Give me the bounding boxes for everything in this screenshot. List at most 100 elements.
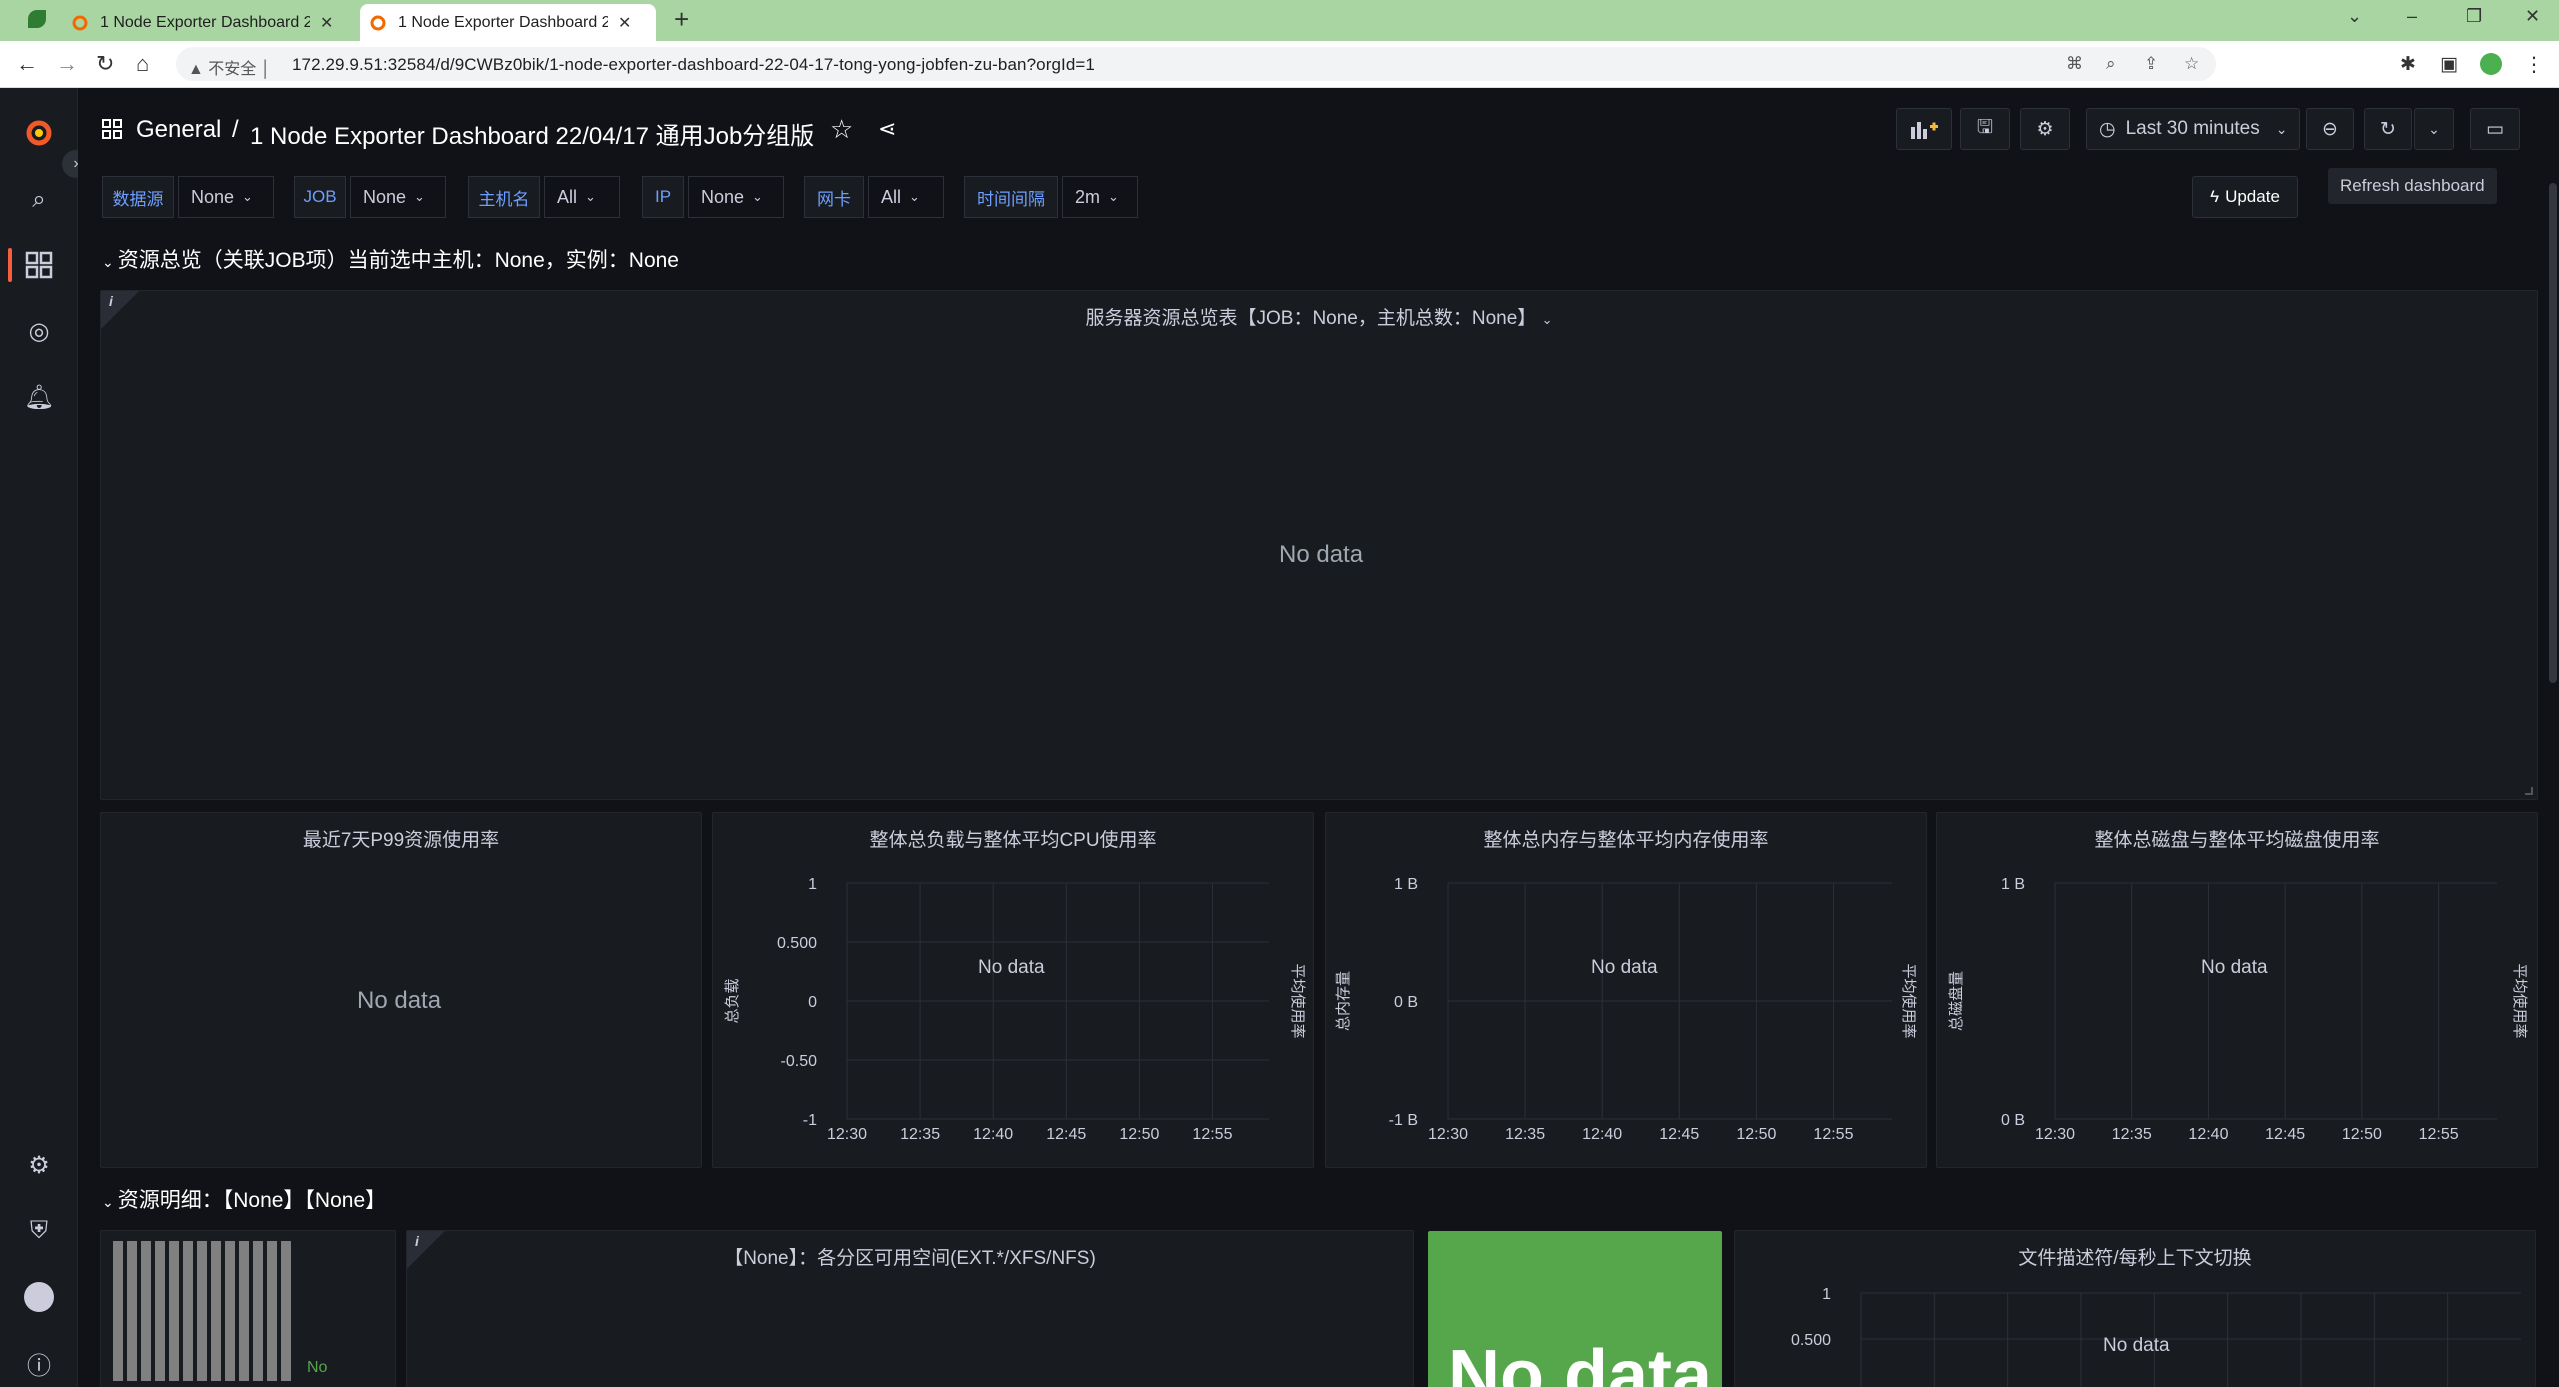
minimize-icon[interactable]: – <box>2407 6 2417 27</box>
breadcrumb-folder[interactable]: General <box>136 116 221 144</box>
panel-cpu[interactable]: 整体总负载与整体平均CPU使用率 1 0.500 0 -0.50 -1 12:30 12:3… <box>712 812 1314 1168</box>
var-select-datasource[interactable]: None ⌄ <box>178 176 274 218</box>
refresh-interval-button[interactable]: ⌄ <box>2414 108 2454 150</box>
x-tick-label: 12:40 <box>2188 1126 2228 1143</box>
no-data-label: No data <box>1591 957 1658 978</box>
dashboard-grid-icon <box>102 118 122 146</box>
var-label-job: JOB <box>294 176 346 218</box>
tv-mode-button[interactable]: ▭ <box>2470 108 2520 150</box>
browser-tab-2[interactable]: 1 Node Exporter Dashboard 2 ✕ <box>360 4 656 41</box>
x-tick-label: 12:50 <box>2342 1126 2382 1143</box>
translate-icon[interactable]: ⌘ <box>2066 54 2083 74</box>
row-header-overview[interactable]: ⌄ 资源总览（关联JOB项）当前选中主机：None，实例：None <box>102 244 679 274</box>
server-admin-shield-icon[interactable]: ⛨ <box>22 1214 56 1248</box>
browser-tab-1[interactable]: 1 Node Exporter Dashboard 2 ✕ <box>62 4 358 41</box>
profile-avatar-icon[interactable] <box>2480 53 2502 75</box>
panel-title[interactable]: 【None】：各分区可用空间(EXT.*/XFS/NFS) <box>407 1243 1413 1270</box>
y-tick-label: 0 B <box>1394 994 1418 1011</box>
panel-memory[interactable]: 整体总内存与整体平均内存使用率 1 B 0 B -1 B 12:30 12:35 12:4… <box>1325 812 1927 1168</box>
grafana-logo-icon[interactable] <box>22 116 56 150</box>
var-value: None <box>191 186 235 207</box>
panel-title[interactable]: 整体总内存与整体平均内存使用率 <box>1326 825 1926 852</box>
stat-no-data: No data <box>1448 1336 1713 1387</box>
star-icon[interactable]: ☆ <box>830 114 853 145</box>
chevron-down-icon: ⌄ <box>1541 312 1553 327</box>
dashboards-icon[interactable] <box>22 248 56 282</box>
share-icon[interactable]: ⇪ <box>2144 54 2158 74</box>
new-tab-icon[interactable]: + <box>674 4 689 35</box>
refresh-dashboard-button[interactable]: ↻ <box>2364 108 2412 150</box>
panel-overview-table[interactable]: i 服务器资源总览表【JOB：None，主机总数：None】 ⌄ No data <box>100 290 2538 800</box>
no-data-label: No data <box>2201 957 2268 978</box>
no-data-label: No data <box>1279 541 1364 568</box>
save-dashboard-button[interactable]: 🖫︎ <box>1960 108 2010 150</box>
x-tick-label: 12:45 <box>1659 1126 1699 1143</box>
var-select-hostname[interactable]: All ⌄ <box>544 176 620 218</box>
save-icon: 🖫︎ <box>1976 117 1994 138</box>
bookmark-star-icon[interactable]: ☆ <box>2184 54 2199 74</box>
reload-icon[interactable]: ↻ <box>96 51 114 77</box>
tab-search-icon[interactable]: ⌄ <box>2347 6 2362 27</box>
chevron-down-icon: ⌄ <box>242 189 253 204</box>
panel-partition-space[interactable]: i 【None】：各分区可用空间(EXT.*/XFS/NFS) <box>406 1230 1414 1387</box>
time-picker-button[interactable]: ◷ Last 30 minutes ⌄ <box>2086 108 2300 150</box>
dashboard-title[interactable]: 1 Node Exporter Dashboard 22/04/17 通用Job… <box>250 116 814 151</box>
restore-icon[interactable]: ❐ <box>2466 6 2482 27</box>
panel-p99[interactable]: 最近7天P99资源使用率 No data <box>100 812 702 1168</box>
share-icon[interactable]: ⋖ <box>878 116 896 142</box>
help-icon[interactable]: ⓘ <box>22 1346 56 1380</box>
side-panel-icon[interactable]: ▣ <box>2440 53 2458 76</box>
no-data-label: No <box>307 1359 328 1376</box>
zoom-icon[interactable]: ⌕ <box>2106 54 2116 74</box>
panel-title[interactable]: 最近7天P99资源使用率 <box>101 825 701 852</box>
var-select-job[interactable]: None ⌄ <box>350 176 446 218</box>
dashboard-settings-button[interactable]: ⚙ <box>2020 108 2070 150</box>
chevron-down-icon: ⌄ <box>1108 189 1119 204</box>
y-tick-label: 0.500 <box>1791 1332 1831 1349</box>
panel-title[interactable]: 整体总磁盘与整体平均磁盘使用率 <box>1937 825 2537 852</box>
browser-tabstrip: 1 Node Exporter Dashboard 2 ✕ 1 Node Exp… <box>0 0 2559 41</box>
y-tick-label: 1 <box>1822 1286 1831 1303</box>
settings-gear-icon[interactable]: ⚙ <box>22 1148 56 1182</box>
panel-stat-green[interactable]: No data <box>1428 1231 1722 1387</box>
y-tick-label: -1 <box>803 1112 817 1129</box>
no-data-label: No data <box>2103 1335 2170 1356</box>
close-tab-icon[interactable]: ✕ <box>618 13 631 33</box>
scrollbar[interactable] <box>2549 183 2557 683</box>
alerting-bell-icon[interactable]: 🔔︎ <box>22 380 56 414</box>
x-tick-label: 12:45 <box>1046 1126 1086 1143</box>
panel-title[interactable]: 整体总负载与整体平均CPU使用率 <box>713 825 1313 852</box>
forward-icon[interactable]: → <box>56 51 78 77</box>
panel-fd-context[interactable]: 文件描述符/每秒上下文切换 1 0.500 No data <box>1734 1230 2536 1387</box>
close-window-icon[interactable]: ✕ <box>2525 6 2540 27</box>
update-button[interactable]: ϟ Update <box>2192 176 2298 218</box>
close-tab-icon[interactable]: ✕ <box>320 13 333 33</box>
clock-icon: ◷ <box>2099 118 2116 140</box>
panel-bar-gauge[interactable]: No <box>100 1230 396 1387</box>
var-select-nic[interactable]: All ⌄ <box>868 176 944 218</box>
panel-disk[interactable]: 整体总磁盘与整体平均磁盘使用率 1 B 0 B 12:30 12:35 12:40 12:… <box>1936 812 2538 1168</box>
row-header-details[interactable]: ⌄ 资源明细：【None】【None】 <box>102 1184 386 1214</box>
menu-icon[interactable]: ⋮ <box>2524 52 2544 77</box>
bar-gauge-bars <box>113 1241 291 1381</box>
home-icon[interactable]: ⌂ <box>136 51 149 77</box>
back-icon[interactable]: ← <box>16 51 38 77</box>
insecure-warning[interactable]: ▲ 不安全 │ <box>188 55 271 79</box>
var-select-ip[interactable]: None ⌄ <box>688 176 784 218</box>
extensions-icon[interactable]: ✱ <box>2400 53 2416 76</box>
refresh-icon: ↻ <box>2380 118 2396 140</box>
var-select-interval[interactable]: 2m ⌄ <box>1062 176 1138 218</box>
panel-title[interactable]: 文件描述符/每秒上下文切换 <box>1735 1243 2535 1270</box>
x-tick-label: 12:40 <box>973 1126 1013 1143</box>
panel-title[interactable]: 服务器资源总览表【JOB：None，主机总数：None】 ⌄ <box>101 303 2537 330</box>
url-field[interactable]: ▲ 不安全 │ 172.29.9.51:32584/d/9CWBz0bik/1-… <box>176 47 2216 81</box>
var-value: All <box>557 186 578 207</box>
y-axis-label: 总内存量 <box>1335 971 1352 1031</box>
user-avatar-icon[interactable] <box>22 1280 56 1314</box>
explore-icon[interactable]: ◎ <box>22 314 56 348</box>
search-icon[interactable]: ⌕ <box>22 183 56 217</box>
var-label-datasource: 数据源 <box>102 176 174 218</box>
resize-handle-icon[interactable] <box>2525 787 2533 795</box>
zoom-out-button[interactable]: ⊖ <box>2306 108 2354 150</box>
add-panel-button[interactable] <box>1896 108 1952 150</box>
